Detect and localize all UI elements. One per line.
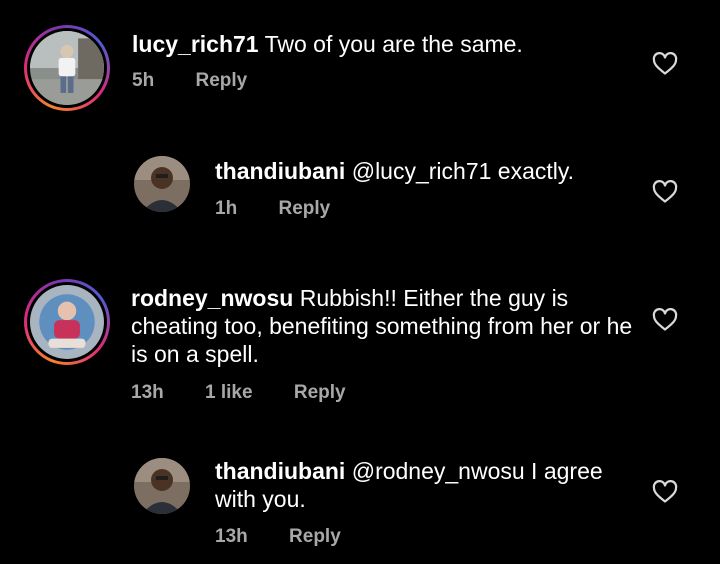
comment-text: thandiubani @lucy_rich71 exactly.	[215, 157, 635, 185]
comment-reply-item: thandiubani @rodney_nwosu I agree with y…	[0, 440, 720, 564]
reply-button[interactable]: Reply	[294, 382, 346, 403]
heart-outline-icon[interactable]	[652, 480, 678, 504]
timestamp: 13h	[215, 526, 248, 547]
username-link[interactable]: lucy_rich71	[132, 31, 259, 57]
likes-count-button[interactable]: 1 like	[205, 382, 253, 403]
comment-body: @lucy_rich71 exactly.	[351, 158, 575, 184]
avatar[interactable]	[134, 156, 190, 212]
reply-button[interactable]: Reply	[195, 70, 247, 91]
reply-button[interactable]: Reply	[289, 526, 341, 547]
avatar[interactable]	[24, 279, 110, 365]
comment-item: rodney_nwosu Rubbish!! Either the guy is…	[0, 270, 720, 420]
reply-button[interactable]: Reply	[278, 198, 330, 219]
user-photo-icon	[30, 285, 104, 359]
username-link[interactable]: rodney_nwosu	[131, 285, 293, 311]
timestamp: 13h	[131, 382, 164, 403]
comment-meta: 13h 1 like Reply	[131, 382, 382, 404]
comment-text: rodney_nwosu Rubbish!! Either the guy is…	[131, 284, 641, 368]
comment-text: lucy_rich71 Two of you are the same.	[132, 30, 632, 58]
username-link[interactable]: thandiubani	[215, 158, 345, 184]
username-link[interactable]: thandiubani	[215, 458, 345, 484]
comment-meta: 5h Reply	[132, 70, 283, 92]
comment-item: lucy_rich71 Two of you are the same. 5h …	[0, 0, 720, 120]
avatar[interactable]	[24, 25, 110, 111]
heart-outline-icon[interactable]	[652, 308, 678, 332]
comment-text: thandiubani @rodney_nwosu I agree with y…	[215, 457, 635, 513]
avatar[interactable]	[134, 458, 190, 514]
comment-body: Two of you are the same.	[264, 31, 523, 57]
timestamp: 1h	[215, 198, 238, 219]
user-photo-icon	[30, 31, 104, 105]
comment-meta: 1h Reply	[215, 198, 366, 220]
timestamp: 5h	[132, 70, 155, 91]
comment-reply-item: thandiubani @lucy_rich71 exactly. 1h Rep…	[0, 140, 720, 250]
heart-outline-icon[interactable]	[652, 180, 678, 204]
heart-outline-icon[interactable]	[652, 52, 678, 76]
comment-meta: 13h Reply	[215, 526, 377, 548]
